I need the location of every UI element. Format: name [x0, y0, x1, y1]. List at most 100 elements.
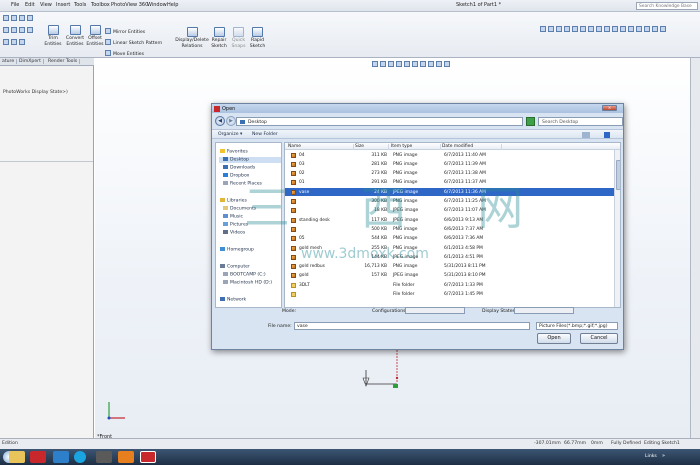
sketch-tools-row-3[interactable] [3, 39, 27, 46]
view-settings-icon[interactable] [444, 61, 450, 67]
nav-computer[interactable]: Computer [220, 264, 250, 270]
convert-entities-button[interactable]: Convert Entities [63, 25, 87, 47]
edit-appearance-icon[interactable] [428, 61, 434, 67]
menu-file[interactable]: File [11, 2, 19, 8]
nav-network[interactable]: Network [220, 297, 246, 303]
organize-button[interactable]: Organize ▾ [218, 132, 242, 137]
menu-photoview[interactable]: PhotoView 360 [111, 2, 148, 8]
file-row[interactable]: File folder 6/7/2013 1:45 PM [285, 291, 614, 299]
close-icon[interactable]: × [602, 105, 617, 111]
app-icon[interactable] [96, 451, 112, 463]
display-style-icon[interactable] [412, 61, 418, 67]
menu-insert[interactable]: Insert [56, 2, 70, 8]
tab-render-tools[interactable]: Render Tools [46, 59, 81, 64]
trim-entities-button[interactable]: Trim Entities [42, 25, 64, 47]
solidworks-icon[interactable] [30, 451, 46, 463]
menu-edit[interactable]: Edit [25, 2, 35, 8]
forward-icon[interactable]: ▶ [226, 116, 236, 126]
zoom-area-icon[interactable] [380, 61, 386, 67]
file-row[interactable]: gold 157 KB JPEG image 5/31/2013 8:10 PM [285, 272, 614, 280]
column-date[interactable]: Date modified [442, 144, 502, 150]
explorer-icon[interactable] [9, 451, 25, 463]
file-date: 6/7/2013 11:40 AM [444, 152, 486, 158]
new-folder-button[interactable]: New Folder [252, 132, 278, 137]
file-date: 6/1/2013 4:58 PM [444, 245, 483, 251]
scroll-thumb[interactable] [616, 160, 620, 190]
zoom-fit-icon[interactable] [372, 61, 378, 67]
display-delete-relations-button[interactable]: Display/Delete Relations [175, 27, 209, 49]
tab-feature[interactable]: ature [0, 59, 18, 64]
file-list-scrollbar[interactable] [614, 150, 620, 307]
section-view-icon[interactable] [396, 61, 402, 67]
view-toolbar-right[interactable] [540, 26, 688, 34]
nav-desktop[interactable]: Desktop [219, 157, 281, 163]
repair-sketch-button[interactable]: Repair Sketch [209, 27, 229, 49]
solidworks-active-icon[interactable] [140, 451, 156, 463]
knowledge-search-input[interactable]: Search Knowledge Base [636, 2, 698, 10]
rapid-sketch-button[interactable]: Rapid Sketch [248, 27, 267, 49]
solidworks-icon [214, 105, 220, 112]
cancel-button[interactable]: Cancel [580, 333, 618, 344]
nav-downloads[interactable]: Downloads [223, 165, 255, 171]
help-icon[interactable] [604, 132, 610, 138]
column-size[interactable]: Size [355, 144, 389, 150]
skype-icon[interactable] [74, 451, 86, 463]
column-type[interactable]: Item type [391, 144, 441, 150]
search-desktop-input[interactable]: Search Desktop [538, 117, 623, 126]
menu-tools[interactable]: Tools [74, 2, 86, 8]
configurations-select[interactable] [405, 307, 465, 314]
move-entities-button[interactable]: Move Entities [105, 50, 144, 57]
links-toolbar[interactable]: Links [645, 454, 657, 459]
open-button[interactable]: Open [537, 333, 571, 344]
quick-snaps-button[interactable]: Quick Snaps [229, 27, 248, 49]
heads-up-view-toolbar[interactable] [372, 61, 492, 69]
sketch-tools-row[interactable] [3, 15, 35, 22]
nav-homegroup[interactable]: Homegroup [220, 247, 254, 253]
dialog-titlebar[interactable]: Open × [212, 104, 623, 113]
file-row[interactable]: 04 311 KB PNG image 6/7/2013 11:40 AM [285, 151, 614, 159]
file-type: PNG image [393, 161, 418, 167]
taskbar: Links » [0, 449, 700, 465]
tree-item-display-state[interactable]: PhotoWorks Display State>) [3, 90, 68, 95]
previous-view-icon[interactable] [388, 61, 394, 67]
mirror-entities-button[interactable]: Mirror Entities [105, 28, 145, 35]
file-row[interactable]: gold redbus 16,713 KB PNG image 5/31/2013 8… [285, 263, 614, 271]
watermark-logo: 三 西 网 [244, 181, 552, 235]
nav-music[interactable]: Music [223, 214, 243, 220]
sketch-tools-row-2[interactable] [3, 27, 35, 34]
nav-macintosh-drive[interactable]: Macintosh HD (D:) [223, 280, 272, 286]
file-row[interactable]: 03 281 KB PNG image 6/7/2013 11:39 AM [285, 160, 614, 168]
filename-input[interactable]: vase [294, 322, 530, 330]
back-icon[interactable]: ◀ [215, 116, 225, 126]
hide-show-icon[interactable] [420, 61, 426, 67]
task-pane-tabs[interactable] [690, 58, 700, 438]
nav-bootcamp-drive[interactable]: BOOTCAMP (C:) [223, 272, 266, 278]
scene-icon[interactable] [436, 61, 442, 67]
display-states-select[interactable] [514, 307, 574, 314]
firefox-icon[interactable] [118, 451, 134, 463]
sketch-geometry[interactable] [350, 348, 410, 393]
view-options-icon[interactable] [582, 132, 590, 138]
nav-favorites[interactable]: Favorites [220, 149, 248, 155]
menu-help[interactable]: Help [167, 2, 178, 8]
column-name[interactable]: Name [288, 144, 354, 150]
nav-libraries[interactable]: Libraries [220, 198, 247, 204]
status-y: 66.77mm [564, 441, 587, 446]
file-type-select[interactable]: Picture Files(*.bmp;*.gif;*.jpg) [536, 322, 618, 330]
move-icon [105, 50, 111, 56]
menu-toolbox[interactable]: Toolbox [91, 2, 110, 8]
ie-icon[interactable] [53, 451, 69, 463]
tray-expand[interactable]: » [662, 453, 665, 459]
tab-dimxpert[interactable]: DimXpert [17, 59, 44, 64]
panel-splitter[interactable] [0, 161, 93, 162]
menu-view[interactable]: View [40, 2, 52, 8]
address-bar[interactable]: Desktop [236, 117, 523, 126]
refresh-icon[interactable] [526, 117, 535, 126]
nav-videos[interactable]: Videos [223, 230, 245, 236]
view-orientation-icon[interactable] [404, 61, 410, 67]
file-row[interactable]: 3DLT File folder 6/7/2013 1:33 PM [285, 281, 614, 289]
linear-pattern-button[interactable]: Linear Sketch Pattern [105, 39, 162, 46]
menu-window[interactable]: Window [147, 2, 167, 8]
offset-entities-button[interactable]: Offset Entities [85, 25, 105, 47]
file-type: PNG image [393, 264, 418, 270]
